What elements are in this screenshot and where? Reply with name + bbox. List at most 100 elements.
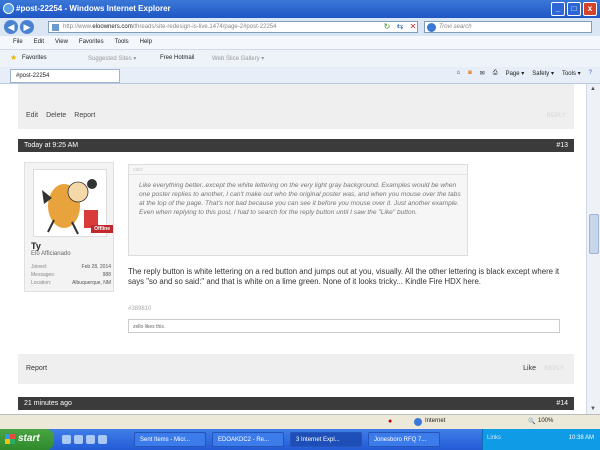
stat-label: Location: [31,280,52,286]
window-titlebar: #post-22254 - Windows Internet Explorer … [0,0,600,18]
favorites-star-icon: ★ [10,53,18,62]
user-name[interactable]: Ty [31,241,41,251]
links-toolbar[interactable]: Links [487,435,501,441]
stat-joined: Joined: Feb 28, 2014 [31,263,111,271]
post-header: Today at 9:25 AM #13 [18,139,574,152]
forward-button[interactable]: ▶ [20,20,34,34]
window-title: #post-22254 - Windows Internet Explorer [16,4,171,13]
menu-favorites[interactable]: Favorites [79,39,104,49]
stat-location: Location: Albuquerque, NM [31,279,111,287]
prev-reply-button[interactable]: REPLY [547,113,566,119]
quicklaunch-ie-icon[interactable] [62,435,71,444]
stop-icon[interactable]: ✕ [408,22,418,32]
refresh-icon[interactable]: ↻ [382,22,392,32]
windows-flag-icon [5,434,15,444]
quote-header[interactable]: said: [129,165,467,175]
internet-zone-icon [414,418,422,426]
clock[interactable]: 10:38 AM [569,435,594,441]
start-label: start [18,433,40,444]
post-body: Offline Ty Elo Afficianado Joined: Feb 2… [18,154,574,364]
status-bar: ● Internet 🔍 100% [0,414,600,429]
mail-icon[interactable]: ✉ [480,70,485,77]
post-report-link[interactable]: Report [26,365,47,372]
quote-text: Like everything better..except the white… [139,182,461,216]
maximize-button[interactable]: □ [567,2,581,16]
fav-suggested-sites[interactable]: Suggested Sites ▾ [88,55,136,62]
task-sent-items[interactable]: Sent Items - Micr... [134,432,206,447]
url-prefix: http://www. [63,24,93,30]
system-tray: Links 10:38 AM [482,429,600,450]
search-placeholder: Trovi search [439,24,472,30]
security-zone: Internet [425,418,446,424]
cmd-page[interactable]: Page ▾ [506,70,525,77]
favorites-button[interactable]: Favorites [22,55,47,61]
post-time: Today at 9:25 AM [24,142,79,149]
page-viewport: Edit Delete Report REPLY Today at 9:25 A… [0,84,586,414]
stat-label: Joined: [31,264,48,270]
close-button[interactable]: x [583,2,597,16]
url-domain: eloowners.com [92,24,133,30]
cmd-tools[interactable]: Tools ▾ [562,70,581,77]
edit-link[interactable]: Edit [26,112,38,119]
search-input[interactable]: Trovi search [424,21,592,33]
help-icon[interactable]: ? [589,70,592,77]
zoom-level[interactable]: 100% [538,418,553,424]
like-button[interactable]: Like [523,365,536,372]
post-footer [18,354,574,384]
start-button[interactable]: start [0,429,54,450]
user-card: Offline Ty Elo Afficianado Joined: Feb 2… [24,162,114,292]
delete-link[interactable]: Delete [46,112,66,119]
user-stats: Joined: Feb 28, 2014 Messages: 988 Locat… [31,263,111,287]
ie-logo-icon [3,3,14,14]
fav-free-hotmail[interactable]: Free Hotmail [160,55,194,61]
vertical-scrollbar[interactable]: ▲ ▼ [586,84,600,414]
url-field[interactable]: http://www.eloowners.com/threads/site-re… [48,21,418,33]
post-number[interactable]: #13 [556,142,568,149]
prev-post-footer [18,84,574,129]
stat-value: Feb 28, 2014 [81,264,111,270]
menu-edit[interactable]: Edit [34,39,44,49]
likes-summary: zello likes this. [128,319,560,333]
quicklaunch-folder-icon[interactable] [86,435,95,444]
next-post-time: 21 minutes ago [24,400,72,407]
favorites-bar: ★ Favorites Suggested Sites ▾ Free Hotma… [0,49,600,67]
cmd-safety[interactable]: Safety ▾ [532,70,554,77]
print-icon[interactable]: ⎙ [493,70,498,77]
quicklaunch-app-icon[interactable] [98,435,107,444]
window-controls: _ □ x [551,2,597,16]
post-permalink[interactable]: #389810 [128,306,151,312]
stat-value: Albuquerque, NM [72,280,111,286]
minimize-button[interactable]: _ [551,2,565,16]
next-post-number[interactable]: #14 [556,400,568,407]
menu-help[interactable]: Help [140,39,152,49]
stat-label: Messages: [31,272,56,278]
task-internet-explorer[interactable]: 3 Internet Expl... [290,432,362,447]
stat-value: 988 [102,272,111,278]
menu-tools[interactable]: Tools [115,39,129,49]
back-button[interactable]: ◀ [4,20,18,34]
fav-web-slice-gallery[interactable]: Web Slice Gallery ▾ [212,55,264,62]
tab-post[interactable]: #post-22254 [10,69,120,83]
task-jonesboro-rfq[interactable]: Jonesboro RFQ 7... [368,432,440,447]
quote-block: said: Like everything better..except the… [128,164,468,256]
zoom-icon[interactable]: 🔍 [528,418,535,425]
menu-view[interactable]: View [55,39,68,49]
reply-button[interactable]: REPLY [545,366,564,372]
stat-messages: Messages: 988 [31,271,111,279]
feeds-icon[interactable]: ◙ [468,70,472,77]
scroll-thumb[interactable] [589,214,599,254]
home-icon[interactable]: ⌂ [456,70,460,77]
menu-bar: File Edit View Favorites Tools Help [0,36,600,49]
scroll-up-icon[interactable]: ▲ [590,86,596,92]
task-edoakdc2[interactable]: EDOAKDC2 - Re... [212,432,284,447]
quick-launch [62,435,107,444]
menu-file[interactable]: File [13,39,23,49]
message-text: The reply button is white lettering on a… [128,267,560,286]
offline-badge: Offline [91,225,113,233]
address-actions: ↻ ⇆ ✕ [382,22,418,32]
compat-icon[interactable]: ⇆ [395,22,405,32]
page-icon [52,24,59,31]
scroll-down-icon[interactable]: ▼ [590,406,596,412]
quicklaunch-outlook-icon[interactable] [74,435,83,444]
report-link[interactable]: Report [74,112,95,119]
